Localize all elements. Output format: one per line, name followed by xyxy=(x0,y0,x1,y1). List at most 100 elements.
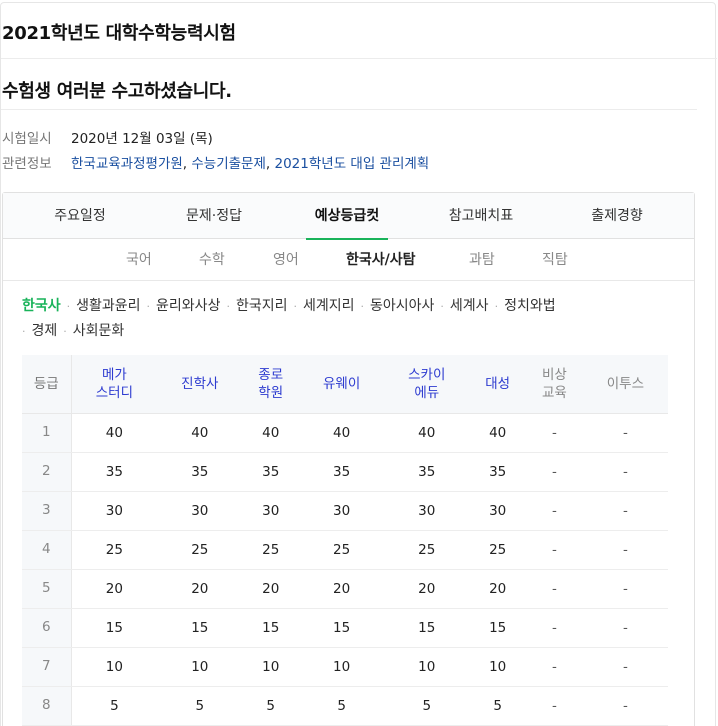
rank-cell: 5 xyxy=(22,569,72,609)
related-link-admission-plan[interactable]: 2021학년도 대입 관리계획 xyxy=(275,156,430,172)
score-cell: 35 xyxy=(71,452,158,492)
table-row: 4 25 25 25 25 25 25- - xyxy=(22,530,668,570)
subject-east-asian-history[interactable]: 동아시아사 xyxy=(370,298,434,314)
table-row: 2 35 35 35 35 35 35- - xyxy=(22,452,668,492)
subtab-science[interactable]: 과탐 xyxy=(469,239,495,281)
subtab-english[interactable]: 영어 xyxy=(273,239,299,281)
subject-politics-law[interactable]: 정치와법 xyxy=(504,298,556,314)
rank-cell: 7 xyxy=(22,647,72,687)
score-cell: 25 xyxy=(299,530,385,570)
tab-exam-trend[interactable]: 출제경향 xyxy=(587,193,647,239)
score-cell: 5 xyxy=(384,686,470,726)
exam-date-value: 2020년 12월 03일 (목) xyxy=(71,131,213,147)
score-cell: - xyxy=(526,413,583,453)
subject-ethics-thought[interactable]: 윤리와사상 xyxy=(156,298,220,314)
score-cell: 15 xyxy=(71,608,158,648)
subtab-math[interactable]: 수학 xyxy=(199,239,225,281)
score-cell: 35 xyxy=(242,452,300,492)
score-cell: 25 xyxy=(71,530,158,570)
table-row: 6 15 15 15 15 15 15- - xyxy=(22,608,668,648)
score-cell: 20 xyxy=(299,569,385,609)
score-cell: 25 xyxy=(384,530,470,570)
score-cell: - xyxy=(526,647,583,687)
rank-cell: 8 xyxy=(22,686,72,726)
score-cell: 40 xyxy=(384,413,470,453)
score-cell: 10 xyxy=(299,647,385,687)
provider-header: 스카이 에듀 xyxy=(384,355,470,414)
score-cell: 35 xyxy=(384,452,470,492)
score-cell: 30 xyxy=(242,491,300,531)
subject-world-history[interactable]: 세계사 xyxy=(450,298,489,314)
subject-life-ethics[interactable]: 생활과윤리 xyxy=(76,298,140,314)
score-cell: - xyxy=(526,608,583,648)
exam-date-row: 시험일시 2020년 12월 03일 (목) xyxy=(2,127,213,147)
provider-header: 이투스 xyxy=(582,355,668,414)
score-cell: - xyxy=(582,647,668,687)
subject-society-culture[interactable]: 사회문화 xyxy=(73,323,125,339)
table-row: 1 40 40 40 40 40 40- - xyxy=(22,413,668,453)
table-row: 3 30 30 30 30 30 30- - xyxy=(22,491,668,531)
page-subtitle: 수험생 여러분 수고하셨습니다. xyxy=(2,81,232,102)
related-info-row: 관련정보 한국교육과정평가원, 수능기출문제, 2021학년도 대입 관리계획 xyxy=(2,152,429,172)
subtab-vocational[interactable]: 직탐 xyxy=(542,239,568,281)
score-cell: - xyxy=(526,530,583,570)
score-cell: 40 xyxy=(469,413,527,453)
exam-card: 2021학년도 대학수학능력시험 수험생 여러분 수고하셨습니다. 시험일시 20… xyxy=(0,2,717,726)
score-cell: - xyxy=(582,413,668,453)
score-cell: 5 xyxy=(299,686,385,726)
score-cell: 5 xyxy=(157,686,243,726)
score-cell: 25 xyxy=(242,530,300,570)
score-cell: 10 xyxy=(71,647,158,687)
table-row: 8555555-- xyxy=(22,686,668,726)
provider-header: 유웨이 xyxy=(299,355,385,414)
grade-cut-table: 등급 메가 스터디 진학사 종로 학원 유웨이 스카이 에듀 대성 비상 교육 이투스 … xyxy=(22,355,668,726)
main-tabs: 주요일정 문제·정답 예상등급컷 참고배치표 출제경향 xyxy=(3,193,694,240)
exam-date-label: 시험일시 xyxy=(2,131,52,147)
score-cell: 30 xyxy=(71,491,158,531)
provider-header: 종로 학원 xyxy=(242,355,300,414)
score-cell: - xyxy=(526,686,583,726)
score-cell: 5 xyxy=(71,686,158,726)
score-cell: 25 xyxy=(157,530,243,570)
tab-questions-answers[interactable]: 문제·정답 xyxy=(181,193,247,239)
grade-table-body: 1 40 40 40 40 40 40- -2 35 35 35 35 35 35- -3 30 30 30 30 3… xyxy=(22,413,668,726)
score-cell: 5 xyxy=(469,686,527,726)
score-cell: 20 xyxy=(242,569,300,609)
score-cell: - xyxy=(582,569,668,609)
subtitle-divider xyxy=(1,109,697,110)
related-link-kice[interactable]: 한국교육과정평가원 xyxy=(71,156,183,172)
subtab-history-social[interactable]: 한국사/사탐 xyxy=(346,239,416,281)
related-link-past-exams[interactable]: 수능기출문제 xyxy=(191,156,266,172)
subject-world-geography[interactable]: 세계지리 xyxy=(303,298,355,314)
score-cell: 15 xyxy=(242,608,300,648)
score-cell: 20 xyxy=(157,569,243,609)
rank-cell: 1 xyxy=(22,413,72,453)
subject-korean-history[interactable]: 한국사 xyxy=(22,298,61,314)
tab-schedule[interactable]: 주요일정 xyxy=(48,193,112,239)
score-cell: 10 xyxy=(157,647,243,687)
score-cell: 10 xyxy=(469,647,527,687)
subtab-korean[interactable]: 국어 xyxy=(126,239,152,281)
score-cell: 20 xyxy=(71,569,158,609)
grade-cut-panel: 주요일정 문제·정답 예상등급컷 참고배치표 출제경향 국어 수학 영어 한국사… xyxy=(2,192,695,726)
score-cell: 15 xyxy=(384,608,470,648)
score-cell: 35 xyxy=(157,452,243,492)
score-cell: 30 xyxy=(157,491,243,531)
subject-area-tabs: 국어 수학 영어 한국사/사탐 과탐 직탐 xyxy=(3,239,694,281)
score-cell: 15 xyxy=(157,608,243,648)
rank-cell: 6 xyxy=(22,608,72,648)
score-cell: - xyxy=(582,491,668,531)
subject-korean-geography[interactable]: 한국지리 xyxy=(236,298,288,314)
tab-placement-chart[interactable]: 참고배치표 xyxy=(444,193,518,239)
score-cell: 15 xyxy=(299,608,385,648)
subject-economics[interactable]: 경제 xyxy=(32,323,58,339)
table-row: 5 20 20 20 20 20 20- - xyxy=(22,569,668,609)
score-cell: 40 xyxy=(157,413,243,453)
title-divider xyxy=(1,58,717,59)
tab-grade-cut[interactable]: 예상등급컷 xyxy=(306,193,388,240)
table-row: 7 10 10 10 10 10 10- - xyxy=(22,647,668,687)
score-cell: 40 xyxy=(242,413,300,453)
score-cell: 20 xyxy=(469,569,527,609)
score-cell: 20 xyxy=(384,569,470,609)
score-cell: 15 xyxy=(469,608,527,648)
